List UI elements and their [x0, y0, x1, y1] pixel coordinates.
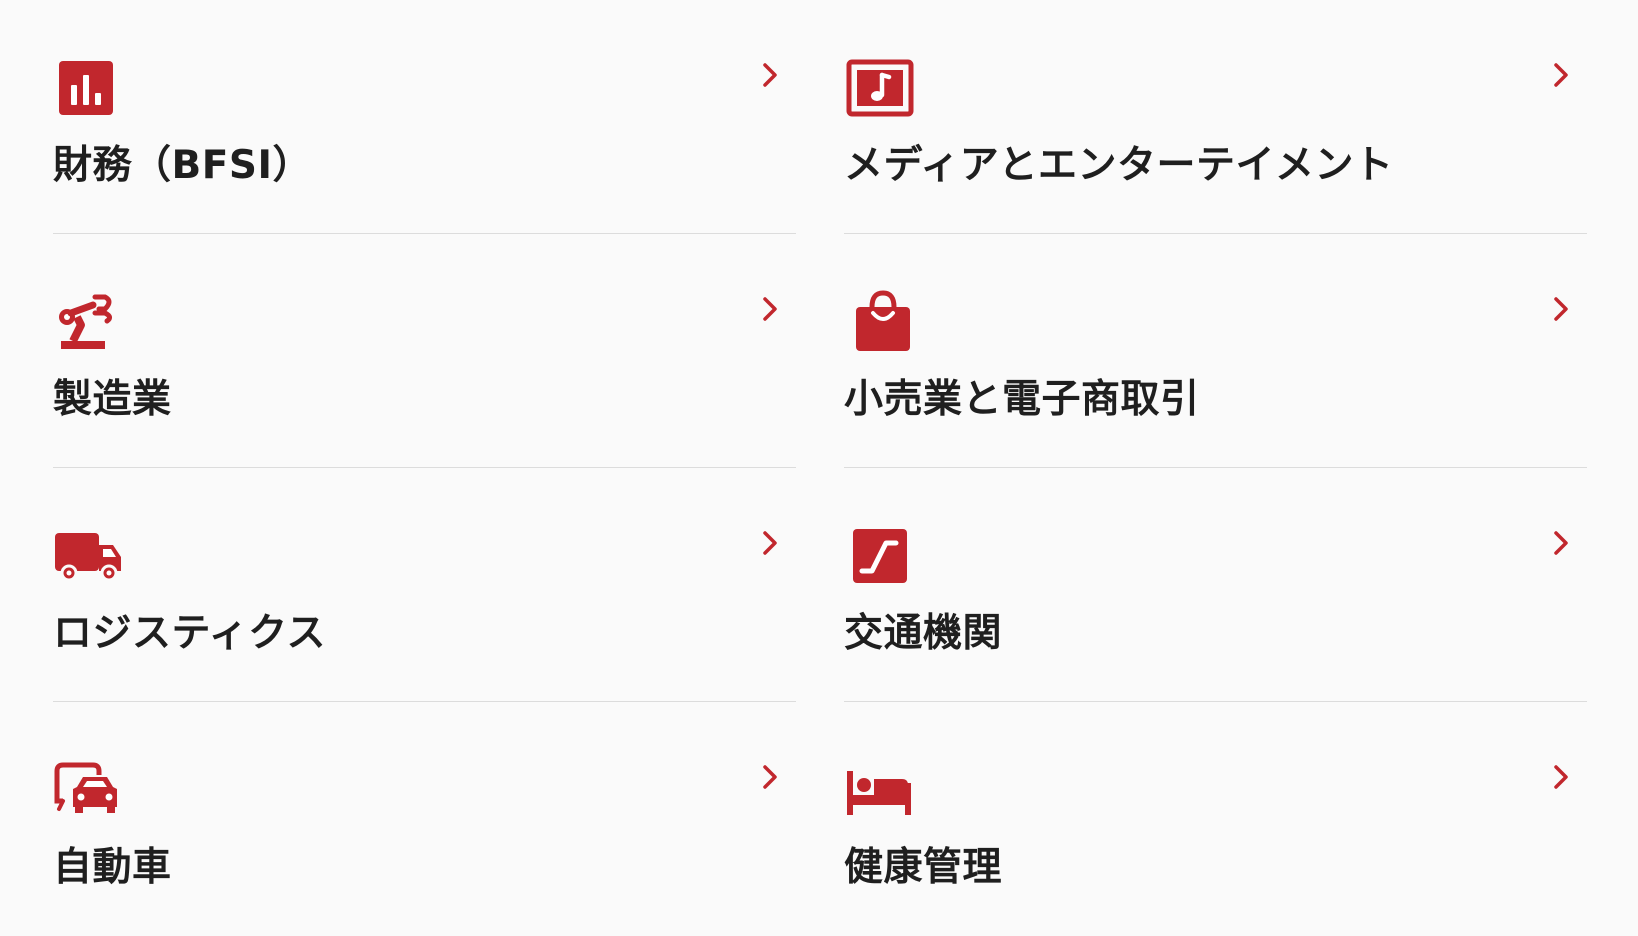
chevron-right-icon[interactable] [758, 528, 782, 558]
industry-card-manufacturing[interactable]: 製造業 [53, 234, 796, 468]
industry-label: 健康管理 [844, 845, 1003, 890]
chevron-right-icon[interactable] [1549, 294, 1573, 324]
robot-arm-icon [53, 289, 125, 355]
chevron-right-icon[interactable] [1549, 762, 1573, 792]
chevron-right-icon[interactable] [1549, 60, 1573, 90]
industry-card-logistics[interactable]: ロジスティクス [53, 468, 796, 702]
industry-label: メディアとエンターテイメント [844, 143, 1394, 188]
escalator-icon [844, 523, 916, 589]
chevron-right-icon[interactable] [1549, 528, 1573, 558]
industry-card-finance[interactable]: 財務（BFSI） [53, 0, 796, 234]
music-note-icon [844, 55, 916, 121]
chevron-right-icon[interactable] [758, 60, 782, 90]
industry-label: 製造業 [53, 377, 172, 422]
industry-label: 財務（BFSI） [53, 143, 312, 188]
truck-icon [53, 523, 125, 589]
car-icon [53, 757, 125, 823]
shopping-bag-icon [844, 289, 916, 355]
industry-label: 小売業と電子商取引 [844, 377, 1200, 422]
industry-grid: 財務（BFSI） メディアとエンターテイメント 製造業 小売業と電子商取引 ロジ… [53, 0, 1587, 936]
industry-card-healthcare[interactable]: 健康管理 [844, 702, 1587, 936]
industry-card-transportation[interactable]: 交通機関 [844, 468, 1587, 702]
industry-card-retail[interactable]: 小売業と電子商取引 [844, 234, 1587, 468]
industry-card-automotive[interactable]: 自動車 [53, 702, 796, 936]
industry-card-media[interactable]: メディアとエンターテイメント [844, 0, 1587, 234]
bar-chart-icon [53, 55, 125, 121]
bed-icon [844, 757, 916, 823]
industry-label: ロジスティクス [53, 611, 326, 656]
chevron-right-icon[interactable] [758, 762, 782, 792]
industry-label: 自動車 [53, 845, 172, 890]
industry-label: 交通機関 [844, 611, 1003, 656]
chevron-right-icon[interactable] [758, 294, 782, 324]
